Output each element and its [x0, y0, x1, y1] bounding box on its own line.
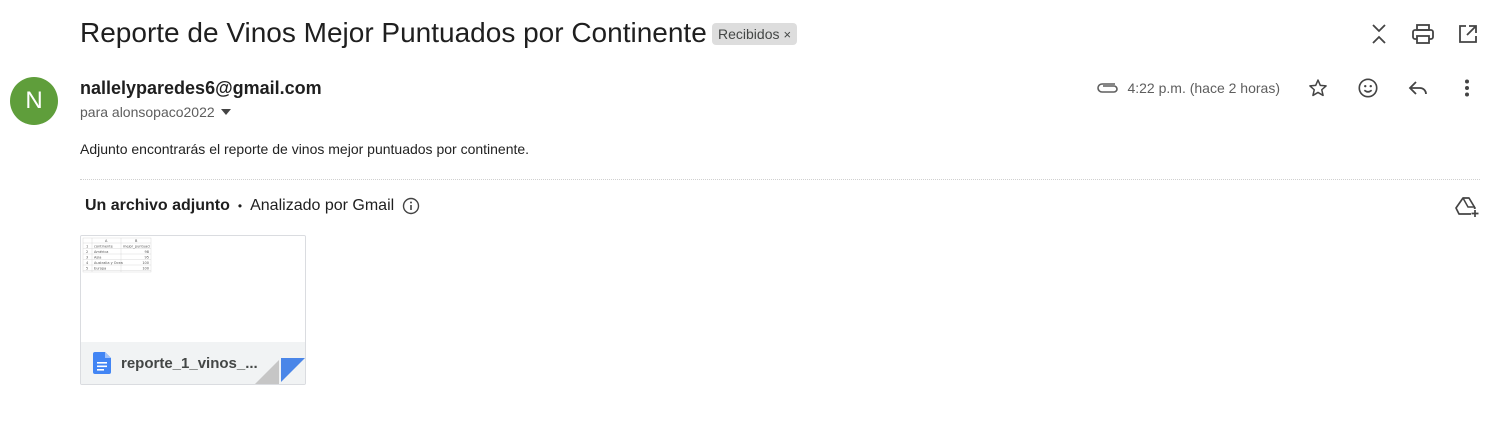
preview-cell: 100	[142, 267, 149, 271]
info-icon[interactable]	[402, 197, 420, 215]
preview-cell: continente	[94, 245, 113, 249]
email-subject: Reporte de Vinos Mejor Puntuados por Con…	[80, 17, 707, 48]
avatar-letter: N	[25, 87, 43, 114]
remove-label-button[interactable]: ×	[783, 27, 791, 42]
label-chip-text: Recibidos	[718, 26, 780, 42]
attachment-preview: A B 1 continente mejor_puntuaci 2 Améric…	[81, 236, 305, 342]
preview-row-num: 1	[86, 245, 88, 249]
reply-icon[interactable]	[1406, 76, 1430, 100]
star-icon[interactable]	[1306, 76, 1330, 100]
attachments-count: Un archivo adjunto	[85, 197, 230, 214]
preview-cell: 98	[145, 250, 149, 254]
timestamp-row: 4:22 p.m. (hace 2 horas)	[1097, 78, 1280, 98]
preview-row-num: 2	[86, 250, 88, 254]
divider	[80, 179, 1480, 180]
paperclip-icon	[1097, 83, 1119, 93]
preview-cell: Asia	[94, 256, 101, 260]
preview-col-b: B	[135, 239, 138, 243]
google-docs-icon	[93, 352, 111, 374]
recipient-text: para alonsopaco2022	[80, 104, 215, 120]
caret-down-icon[interactable]	[220, 109, 231, 115]
separator-dot: •	[237, 199, 243, 213]
corner-fold	[255, 358, 305, 384]
preview-cell: 100	[142, 261, 149, 265]
email-body: Adjunto encontrarás el reporte de vinos …	[80, 141, 530, 157]
attachment-card[interactable]: A B 1 continente mejor_puntuaci 2 Améric…	[80, 235, 306, 385]
preview-row-num: 5	[86, 267, 88, 271]
preview-row-num: 4	[86, 261, 89, 265]
scanned-by-gmail: Analizado por Gmail	[250, 197, 395, 214]
sender-email[interactable]: nallelyparedes6@gmail.com	[80, 78, 322, 99]
print-icon[interactable]	[1411, 22, 1435, 46]
preview-cell: 95	[145, 256, 149, 260]
attachments-header: Un archivo adjunto • Analizado por Gmail	[85, 197, 420, 215]
more-vert-icon[interactable]	[1455, 76, 1479, 100]
preview-cell: mejor_puntuaci	[123, 245, 150, 249]
add-to-drive-icon[interactable]	[1455, 196, 1479, 220]
preview-col-a: A	[105, 239, 108, 243]
preview-cell: Australia y Ocea	[94, 261, 123, 265]
recipient-line[interactable]: para alonsopaco2022	[80, 104, 231, 120]
preview-cell: América	[94, 250, 108, 254]
emoji-icon[interactable]	[1356, 76, 1380, 100]
preview-cell: Europa	[94, 267, 106, 271]
avatar[interactable]: N	[10, 77, 58, 125]
timestamp: 4:22 p.m. (hace 2 horas)	[1127, 80, 1280, 96]
label-chip-inbox[interactable]: Recibidos ×	[712, 23, 798, 45]
attachment-filename: reporte_1_vinos_...	[121, 354, 258, 372]
open-in-new-icon[interactable]	[1456, 22, 1480, 46]
preview-row-num: 3	[86, 256, 88, 260]
unfold-icon[interactable]	[1367, 22, 1391, 46]
